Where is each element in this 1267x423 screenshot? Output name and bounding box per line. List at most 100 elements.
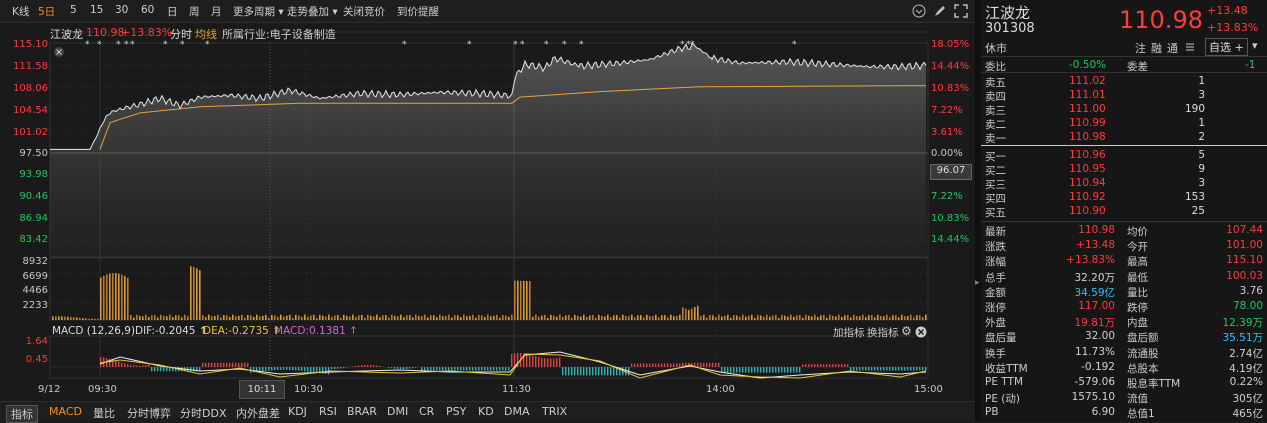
macd-bar (889, 367, 890, 371)
stat-label: 流通股 (1127, 346, 1159, 361)
macd-bar (823, 364, 824, 367)
tab-5min[interactable]: 5 (70, 4, 77, 16)
list-icon[interactable] (1184, 41, 1196, 53)
macd-bar (142, 365, 143, 367)
tab-kdj[interactable]: KDJ (288, 405, 307, 418)
tab-rsi[interactable]: RSI (319, 405, 337, 418)
tab-dmi[interactable]: DMI (387, 405, 408, 418)
tab-neiwaipan[interactable]: 内外盘差 (236, 405, 280, 421)
tab-15min[interactable]: 15 (90, 4, 103, 16)
volume-bar (379, 317, 381, 320)
margin-button[interactable]: 融 (1151, 40, 1162, 56)
volume-bar (91, 319, 93, 320)
tab-boyi[interactable]: 分时博弈 (127, 405, 171, 421)
tab-ddx[interactable]: 分时DDX (180, 405, 226, 421)
macd-bar (577, 367, 578, 375)
macd-bar (493, 367, 494, 371)
fullscreen-icon[interactable] (954, 4, 968, 18)
macd-bar (241, 363, 242, 367)
macd-text: MACD:0.1381 (274, 325, 346, 337)
tab-dma[interactable]: DMA (504, 405, 530, 418)
macd-bar (223, 363, 224, 367)
macd-bar (529, 354, 530, 367)
macd-bar (541, 358, 542, 367)
tab-day[interactable]: 日 (167, 4, 178, 19)
macd-bar (154, 367, 155, 371)
macd-bar (460, 367, 461, 371)
close-icon[interactable] (915, 326, 927, 338)
volume-bar (88, 319, 90, 320)
tab-macd[interactable]: MACD (49, 405, 82, 418)
macd-bar (886, 367, 887, 371)
tab-brar[interactable]: BRAR (347, 405, 377, 418)
macd-bar (586, 367, 587, 375)
tab-liangbi[interactable]: 量比 (93, 405, 115, 421)
connect-button[interactable]: 通 (1167, 40, 1178, 56)
volume-bar (415, 315, 417, 320)
overlay-dropdown[interactable]: 走势叠加 ▾ (287, 4, 338, 19)
tab-week[interactable]: 周 (189, 4, 200, 19)
event-star: * (124, 40, 129, 50)
ask-row: 卖二110.991 (981, 117, 1267, 131)
tab-average[interactable]: 均线 (195, 26, 217, 42)
stat-value: 1575.10 (1072, 391, 1115, 403)
gear-icon[interactable]: ⚙ (901, 324, 912, 338)
macd-bar (547, 358, 548, 367)
intraday-chart[interactable]: ******************* 江波龙 110.98 +13.83% 分… (0, 22, 975, 401)
tab-kline[interactable]: K线 (12, 4, 29, 19)
volume-bar (550, 315, 552, 320)
volume-bar (124, 276, 126, 320)
volume-bar (727, 315, 729, 320)
stats-row: 涨幅+13.83%最高115.10 (981, 254, 1267, 268)
volume-bar (178, 315, 180, 320)
macd-bar (457, 367, 458, 371)
collapse-close-icon[interactable] (53, 46, 65, 58)
tab-month[interactable]: 月 (211, 4, 222, 19)
price-alert-button[interactable]: 到价提醒 (397, 4, 439, 19)
draw-pen-icon[interactable] (933, 4, 947, 18)
tab-psy[interactable]: PSY (446, 405, 466, 418)
macd-bar (748, 367, 749, 373)
stat-value: 32.00 (1085, 330, 1115, 342)
tab-kd[interactable]: KD (478, 405, 494, 418)
ask-volume: 3 (1198, 89, 1205, 101)
note-button[interactable]: 注 (1135, 40, 1146, 56)
bid-price: 110.95 (1069, 163, 1106, 175)
macd-bar (775, 367, 776, 373)
volume-bar (796, 316, 798, 320)
add-indicator-button[interactable]: 加指标 (833, 325, 865, 340)
switch-indicator-button[interactable]: 换指标 (867, 325, 899, 340)
macd-bar (733, 367, 734, 373)
volume-bar (721, 316, 723, 320)
add-watchlist-button[interactable]: 自选 + (1205, 38, 1248, 56)
settings-circle-icon[interactable] (912, 4, 926, 18)
macd-bar (592, 367, 593, 375)
macd-bar (778, 367, 779, 373)
macd-bar (799, 367, 800, 373)
macd-bar (139, 366, 140, 367)
macd-bar (463, 367, 464, 371)
volume-bar (67, 317, 69, 320)
volume-bar (553, 316, 555, 320)
tab-cr[interactable]: CR (419, 405, 434, 418)
macd-bar (766, 367, 767, 373)
tab-5day[interactable]: 5日 (38, 4, 55, 19)
event-star: * (97, 40, 102, 50)
tab-indicator[interactable]: 指标 (6, 405, 38, 423)
tab-fenshi[interactable]: 分时 (170, 26, 192, 42)
volume-bar (814, 315, 816, 320)
tab-trix[interactable]: TRIX (542, 405, 567, 418)
volume-bar (304, 315, 306, 320)
volume-bar (598, 315, 600, 320)
pct-tick-1: 18.05% (931, 39, 969, 50)
tab-60min[interactable]: 60 (141, 4, 154, 16)
close-auction-button[interactable]: 关闭竞价 (343, 4, 385, 19)
bid-volume: 5 (1198, 149, 1205, 161)
stat-value: 305亿 (1232, 391, 1263, 406)
macd-bar (412, 367, 413, 368)
dropdown-arrow-icon[interactable]: ▾ (1252, 39, 1258, 52)
stat-label: 金额 (985, 285, 1006, 300)
more-periods-dropdown[interactable]: 更多周期 ▾ (233, 4, 284, 19)
volume-bar (352, 315, 354, 320)
tab-30min[interactable]: 30 (115, 4, 128, 16)
